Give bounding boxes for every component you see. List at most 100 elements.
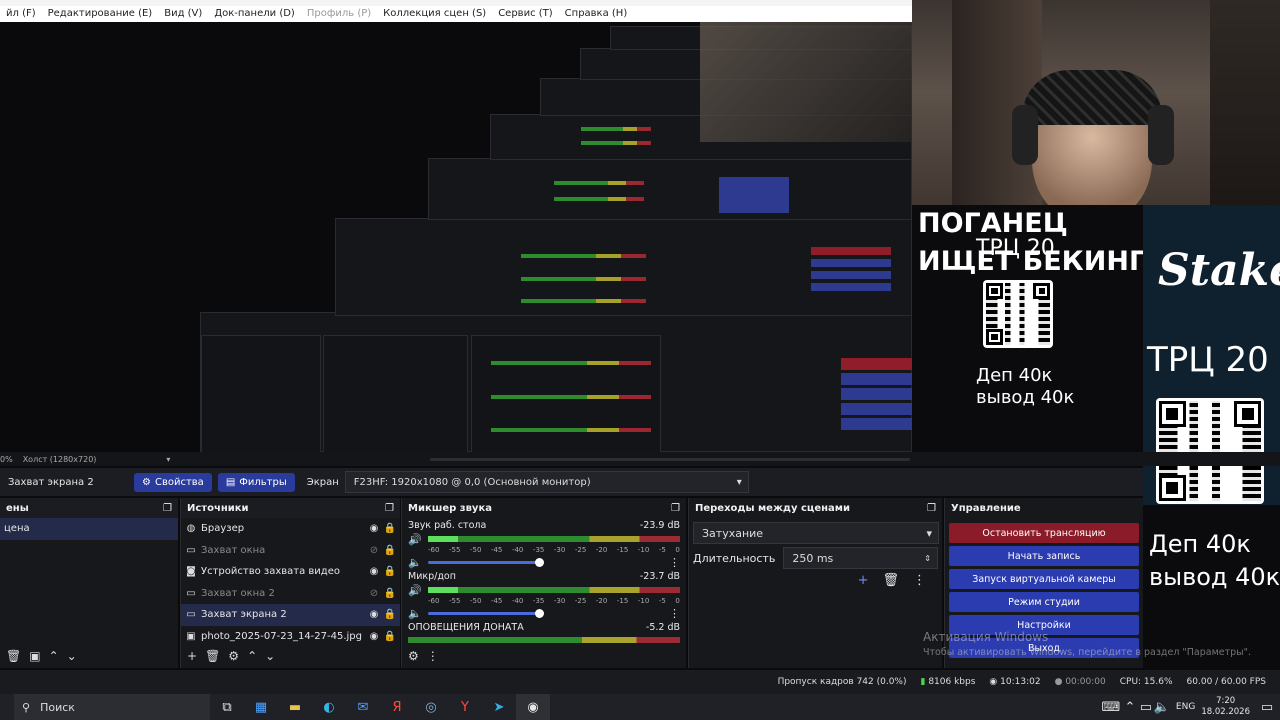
- taskbar-search[interactable]: ⚲ Поиск: [14, 694, 210, 720]
- eye-icon[interactable]: ◉: [368, 566, 380, 578]
- clock[interactable]: 7:20 18.02.2026: [1201, 696, 1250, 718]
- scene-item[interactable]: цена: [0, 518, 178, 540]
- overlay-dep-line2: вывод 40к: [976, 387, 1075, 408]
- volume-slider[interactable]: [427, 608, 544, 618]
- preview-canvas[interactable]: [0, 22, 912, 452]
- store-icon[interactable]: ▦: [244, 694, 278, 720]
- windows-taskbar: ⚲ Поиск ⧉ ▦ ▬ ◐ ✉ Я ◎ Y ➤ ◉ ⌨ ⌃ ▭ 🔈 ENG …: [0, 694, 1280, 720]
- menu-dots-icon[interactable]: ⋮: [427, 649, 439, 663]
- source-item[interactable]: ▭ Захват экрана 2 ◉ 🔒: [181, 604, 400, 626]
- zoom-level: 0%: [0, 454, 13, 464]
- yandex-browser-icon[interactable]: Y: [448, 694, 482, 720]
- source-item[interactable]: ▭ Захват окна ⊘ 🔒: [181, 540, 400, 562]
- eye-icon[interactable]: ◉: [368, 523, 380, 535]
- lock-icon[interactable]: 🔒: [384, 523, 396, 535]
- source-item[interactable]: ◍ Браузер ◉ 🔒: [181, 518, 400, 540]
- meter-tick: 0: [675, 546, 680, 554]
- eye-icon[interactable]: ◉: [368, 630, 380, 642]
- lock-icon[interactable]: 🔒: [384, 609, 396, 621]
- tray-arrow-icon[interactable]: ⌃: [1122, 694, 1138, 720]
- lock-icon[interactable]: 🔒: [384, 630, 396, 642]
- selected-source-name: Захват экрана 2: [8, 476, 94, 488]
- undock-icon[interactable]: ❐: [927, 503, 936, 514]
- speaker-icon[interactable]: 🔊: [408, 533, 422, 546]
- volume-icon[interactable]: 🔈: [408, 607, 422, 620]
- task-view-icon[interactable]: ⧉: [210, 694, 244, 720]
- folder-icon[interactable]: ▬: [278, 694, 312, 720]
- advanced-audio-icon[interactable]: ⚙: [408, 649, 419, 663]
- properties-button[interactable]: ⚙ Свойства: [134, 472, 212, 492]
- volume-icon[interactable]: 🔈: [408, 556, 422, 569]
- yandex-icon[interactable]: Я: [380, 694, 414, 720]
- add-icon[interactable]: +: [187, 649, 197, 663]
- lock-icon[interactable]: 🔒: [384, 566, 396, 578]
- undock-icon[interactable]: ❐: [671, 503, 680, 514]
- sources-title: Источники: [187, 502, 249, 514]
- trash-icon[interactable]: 🗑: [882, 573, 899, 588]
- gear-icon[interactable]: ⚙: [228, 649, 239, 663]
- trash-icon[interactable]: 🗑: [6, 649, 21, 663]
- filter-scene-icon[interactable]: ▣: [29, 649, 40, 663]
- meter-tick: -20: [595, 597, 608, 605]
- stop-streaming-button[interactable]: Остановить трансляцию: [949, 523, 1139, 543]
- menu-docks[interactable]: Док-панели (D): [208, 8, 301, 22]
- transition-select[interactable]: Затухание ▾: [693, 522, 939, 544]
- eye-off-icon[interactable]: ⊘: [368, 587, 380, 599]
- notifications-icon[interactable]: ▭: [1254, 694, 1280, 720]
- menu-help[interactable]: Справка (H): [559, 8, 634, 22]
- windows-activation-title: Активация Windows: [923, 630, 1049, 644]
- menu-dots-icon[interactable]: ⋮: [669, 556, 680, 569]
- steam-icon[interactable]: ◎: [414, 694, 448, 720]
- lock-icon[interactable]: 🔒: [384, 587, 396, 599]
- meter-tick: -20: [595, 546, 608, 554]
- undock-icon[interactable]: ❐: [385, 503, 394, 514]
- canvas-dropdown-arrow-icon[interactable]: ▾: [166, 455, 170, 464]
- source-item[interactable]: ▭ Захват окна 2 ⊘ 🔒: [181, 583, 400, 605]
- dropped-frames: Пропуск кадров 742 (0.0%): [777, 677, 907, 687]
- move-up-icon[interactable]: ⌃: [49, 649, 59, 663]
- keyboard-icon[interactable]: ⌨: [1100, 694, 1122, 720]
- meter-tick: -40: [511, 597, 524, 605]
- menu-scene-collection[interactable]: Коллекция сцен (S): [377, 8, 492, 22]
- undock-icon[interactable]: ❐: [163, 503, 172, 514]
- screen-select[interactable]: F23HF: 1920x1080 @ 0,0 (Основной монитор…: [344, 471, 749, 493]
- preview-scrollbar[interactable]: [430, 458, 910, 461]
- start-virtual-camera-button[interactable]: Запуск виртуальной камеры: [949, 569, 1139, 589]
- language-indicator[interactable]: ENG: [1176, 702, 1195, 712]
- menu-tools[interactable]: Сервис (T): [492, 8, 558, 22]
- menu-file[interactable]: йл (F): [0, 8, 42, 22]
- eye-icon[interactable]: ◉: [368, 609, 380, 621]
- speaker-icon[interactable]: 🔊: [408, 584, 422, 597]
- mixer-toolbar: ⚙ ⋮: [402, 644, 686, 668]
- menu-profile[interactable]: Профиль (P): [301, 8, 377, 22]
- mail-icon[interactable]: ✉: [346, 694, 380, 720]
- transitions-title: Переходы между сценами: [695, 502, 850, 514]
- menu-edit[interactable]: Редактирование (E): [42, 8, 159, 22]
- menu-dots-icon[interactable]: ⋮: [913, 573, 926, 588]
- network-icon[interactable]: ▭: [1138, 694, 1154, 720]
- trash-icon[interactable]: 🗑: [205, 649, 220, 663]
- move-up-icon[interactable]: ⌃: [247, 649, 257, 663]
- volume-icon[interactable]: 🔈: [1154, 694, 1170, 720]
- menu-view[interactable]: Вид (V): [158, 8, 208, 22]
- move-down-icon[interactable]: ⌄: [265, 649, 275, 663]
- eye-off-icon[interactable]: ⊘: [368, 544, 380, 556]
- obs-icon[interactable]: ◉: [516, 694, 550, 720]
- transitions-dock: Переходы между сценами ❐ Затухание ▾ Длит…: [688, 498, 942, 668]
- start-recording-button[interactable]: Начать запись: [949, 546, 1139, 566]
- spinner-icon[interactable]: ⇕: [924, 554, 931, 563]
- volume-slider[interactable]: [427, 557, 544, 567]
- fps: 60.00 / 60.00 FPS: [1186, 677, 1266, 687]
- studio-mode-button[interactable]: Режим студии: [949, 592, 1139, 612]
- telegram-icon[interactable]: ➤: [482, 694, 516, 720]
- duration-input[interactable]: 250 ms ⇕: [783, 547, 938, 569]
- source-item[interactable]: ◙ Устройство захвата видео ◉ 🔒: [181, 561, 400, 583]
- move-down-icon[interactable]: ⌄: [67, 649, 77, 663]
- canvas-size-dropdown[interactable]: Холст (1280x720): [23, 455, 97, 464]
- add-transition-icon[interactable]: +: [858, 573, 869, 588]
- meter-tick: -25: [574, 546, 587, 554]
- edge-icon[interactable]: ◐: [312, 694, 346, 720]
- filters-button[interactable]: ▤ Фильтры: [217, 472, 295, 492]
- menu-dots-icon[interactable]: ⋮: [669, 607, 680, 620]
- lock-icon[interactable]: 🔒: [384, 544, 396, 556]
